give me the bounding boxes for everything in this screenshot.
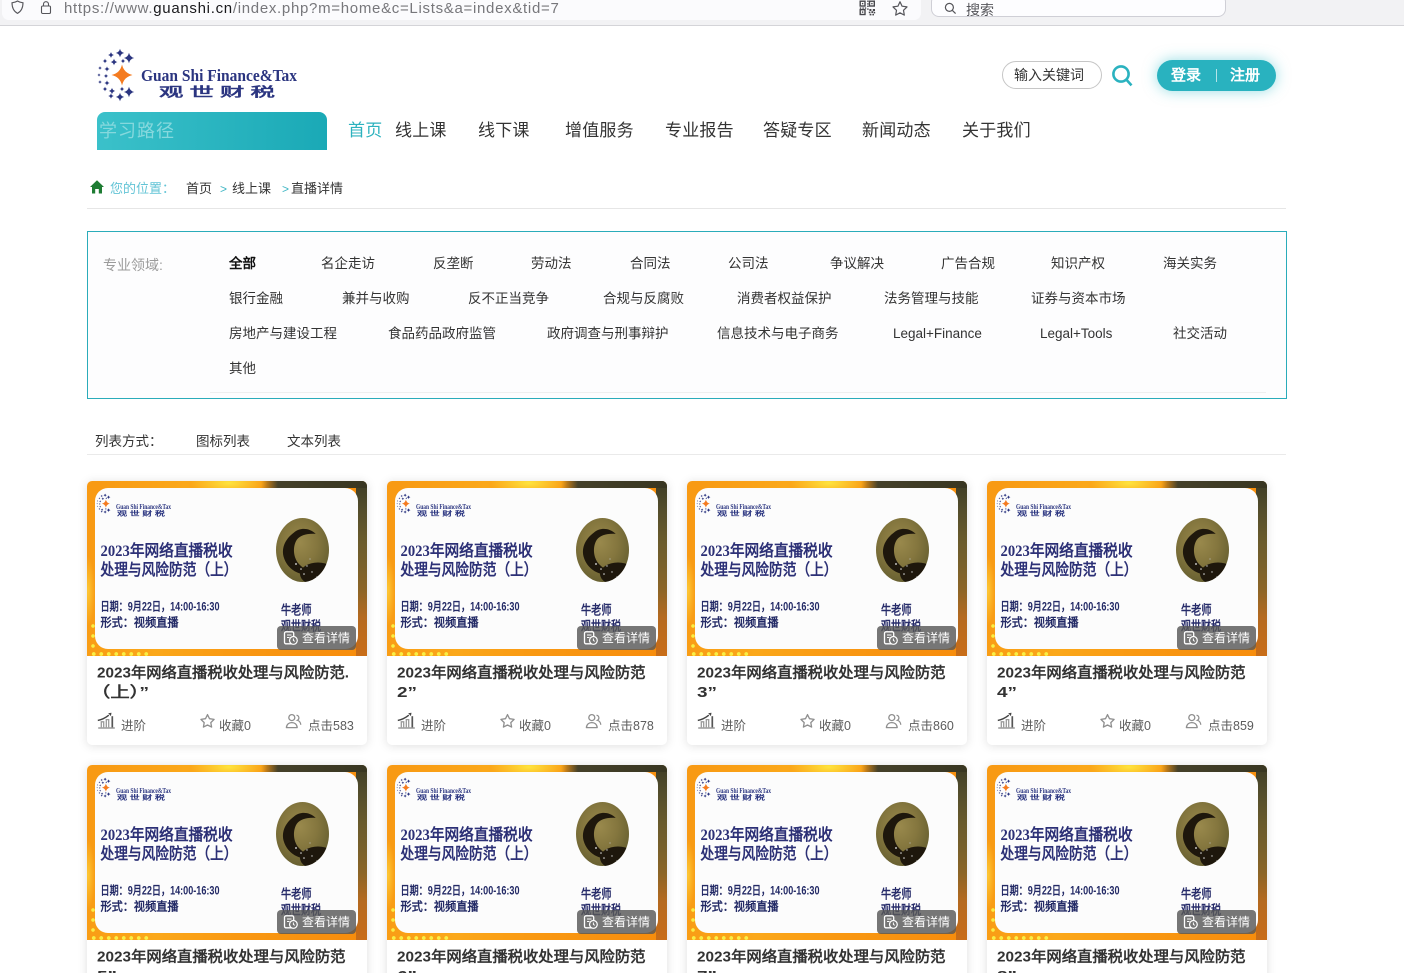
svg-text:2023年网络直播税收处理与风险防范: 2023年网络直播税收处理与风险防范 [397, 664, 646, 682]
svg-text:日期：9月22日，14:00-16:30: 日期：9月22日，14:00-16:30 [401, 599, 520, 614]
svg-text:2023年网络直播税收: 2023年网络直播税收 [101, 825, 233, 844]
svg-text:2023年网络直播税收: 2023年网络直播税收 [401, 825, 533, 844]
svg-text:牛老师: 牛老师 [581, 887, 612, 902]
svg-text:形式：视频直播: 形式：视频直播 [401, 615, 480, 630]
svg-text:日期：9月22日，14:00-16:30: 日期：9月22日，14:00-16:30 [701, 599, 820, 614]
svg-text:2023年网络直播税收处理与风险防范: 2023年网络直播税收处理与风险防范 [397, 948, 646, 966]
svg-text:日期：9月22日，14:00-16:30: 日期：9月22日，14:00-16:30 [101, 883, 220, 898]
svg-text:形式：视频直播: 形式：视频直播 [401, 899, 480, 914]
svg-text:处理与风险防范（上）: 处理与风险防范（上） [1000, 560, 1138, 579]
svg-text:（上）”: （上）” [91, 683, 149, 701]
svg-text:形式：视频直播: 形式：视频直播 [701, 899, 780, 914]
svg-text:观 世 财 税: 观 世 财 税 [1017, 793, 1066, 802]
svg-text:2023年网络直播税收处理与风险防范: 2023年网络直播税收处理与风险防范 [97, 948, 346, 966]
svg-text:观 世 财 税: 观 世 财 税 [117, 509, 166, 518]
svg-text:观 世 财 税: 观 世 财 税 [117, 793, 166, 802]
svg-text:2023年网络直播税收: 2023年网络直播税收 [1001, 825, 1133, 844]
svg-text:Guan Shi Finance&Tax: Guan Shi Finance&Tax [141, 66, 297, 85]
svg-text:形式：视频直播: 形式：视频直播 [701, 615, 780, 630]
svg-text:牛老师: 牛老师 [281, 887, 312, 902]
svg-text:4”: 4” [997, 684, 1017, 701]
svg-text:8”: 8” [997, 968, 1017, 973]
svg-text:处理与风险防范（上）: 处理与风险防范（上） [700, 560, 838, 579]
svg-text:3”: 3” [697, 684, 717, 701]
svg-text:2023年网络直播税收处理与风险防范: 2023年网络直播税收处理与风险防范 [697, 948, 946, 966]
svg-text:处理与风险防范（上）: 处理与风险防范（上） [700, 844, 838, 863]
svg-text:2023年网络直播税收处理与风险防范.: 2023年网络直播税收处理与风险防范. [97, 664, 349, 682]
svg-text:观 世 财 税: 观 世 财 税 [159, 85, 275, 100]
svg-text:牛老师: 牛老师 [881, 887, 912, 902]
svg-text:观 世 财 税: 观 世 财 税 [417, 793, 466, 802]
svg-text:观 世 财 税: 观 世 财 税 [717, 793, 766, 802]
svg-text:7”: 7” [697, 968, 717, 973]
svg-text:形式：视频直播: 形式：视频直播 [101, 899, 180, 914]
svg-text:日期：9月22日，14:00-16:30: 日期：9月22日，14:00-16:30 [1001, 599, 1120, 614]
svg-text:形式：视频直播: 形式：视频直播 [101, 615, 180, 630]
svg-text:观 世 财 税: 观 世 财 税 [417, 509, 466, 518]
svg-text:处理与风险防范（上）: 处理与风险防范（上） [400, 560, 538, 579]
svg-text:日期：9月22日，14:00-16:30: 日期：9月22日，14:00-16:30 [701, 883, 820, 898]
svg-text:6”: 6” [397, 968, 417, 973]
svg-text:2023年网络直播税收: 2023年网络直播税收 [401, 541, 533, 560]
svg-text:观 世 财 税: 观 世 财 税 [1017, 509, 1066, 518]
svg-text:日期：9月22日，14:00-16:30: 日期：9月22日，14:00-16:30 [101, 599, 220, 614]
svg-text:牛老师: 牛老师 [1181, 603, 1212, 618]
svg-text:日期：9月22日，14:00-16:30: 日期：9月22日，14:00-16:30 [401, 883, 520, 898]
svg-text:日期：9月22日，14:00-16:30: 日期：9月22日，14:00-16:30 [1001, 883, 1120, 898]
svg-text:牛老师: 牛老师 [881, 603, 912, 618]
svg-text:处理与风险防范（上）: 处理与风险防范（上） [100, 844, 238, 863]
svg-text:2023年网络直播税收: 2023年网络直播税收 [1001, 541, 1133, 560]
svg-text:形式：视频直播: 形式：视频直播 [1001, 899, 1080, 914]
svg-text:2023年网络直播税收: 2023年网络直播税收 [101, 541, 233, 560]
svg-text:2023年网络直播税收: 2023年网络直播税收 [701, 541, 833, 560]
svg-text:牛老师: 牛老师 [581, 603, 612, 618]
svg-text:2023年网络直播税收处理与风险防范: 2023年网络直播税收处理与风险防范 [997, 664, 1246, 682]
svg-text:5”: 5” [97, 968, 117, 973]
svg-text:2”: 2” [397, 684, 417, 701]
svg-text:处理与风险防范（上）: 处理与风险防范（上） [400, 844, 538, 863]
svg-text:牛老师: 牛老师 [281, 603, 312, 618]
svg-text:处理与风险防范（上）: 处理与风险防范（上） [1000, 844, 1138, 863]
svg-text:形式：视频直播: 形式：视频直播 [1001, 615, 1080, 630]
svg-text:2023年网络直播税收处理与风险防范: 2023年网络直播税收处理与风险防范 [697, 664, 946, 682]
svg-text:2023年网络直播税收: 2023年网络直播税收 [701, 825, 833, 844]
svg-text:观 世 财 税: 观 世 财 税 [717, 509, 766, 518]
svg-text:牛老师: 牛老师 [1181, 887, 1212, 902]
svg-text:处理与风险防范（上）: 处理与风险防范（上） [100, 560, 238, 579]
svg-text:2023年网络直播税收处理与风险防范: 2023年网络直播税收处理与风险防范 [997, 948, 1246, 966]
